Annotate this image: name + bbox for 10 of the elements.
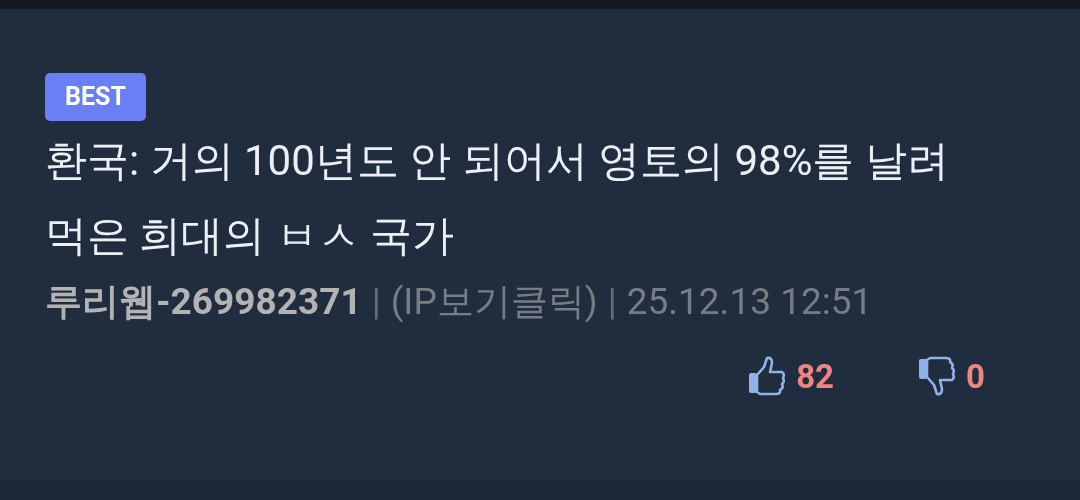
separator: | xyxy=(607,280,617,323)
like-count: 82 xyxy=(796,356,835,396)
separator: | xyxy=(371,280,381,323)
author-name: 루리웹-269982371 xyxy=(45,279,362,325)
post-date: 25.12.13 12:51 xyxy=(626,280,873,323)
post-title[interactable]: 환국: 거의 100년도 안 되어서 영토의 98%를 날려 먹은 희대의 ㅂㅅ 국가 xyxy=(45,123,1035,273)
thumbs-down-icon[interactable] xyxy=(918,355,957,397)
dislike-count: 0 xyxy=(966,356,985,396)
best-badge: BEST xyxy=(45,73,146,121)
thumbs-up-icon[interactable] xyxy=(748,355,787,397)
